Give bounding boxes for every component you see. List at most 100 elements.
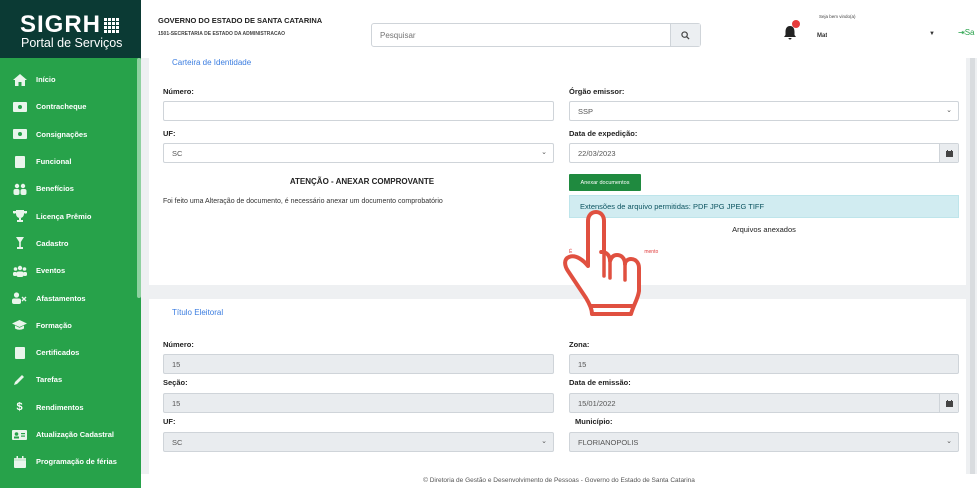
- sidebar-item-cadastro[interactable]: Cadastro: [0, 230, 141, 257]
- sidebar-item-label: Rendimentos: [36, 402, 84, 412]
- chevron-down-icon: ⌄: [946, 107, 952, 114]
- allowed-extensions-alert: Extensões de arquivo permitidas: PDF JPG…: [569, 195, 959, 218]
- calendar-button[interactable]: [939, 394, 958, 412]
- search-icon: [681, 30, 690, 40]
- rg-numero-field[interactable]: [163, 101, 554, 121]
- sidebar-item-rendimentos[interactable]: $ Rendimentos: [0, 394, 141, 421]
- sidebar-item-label: Início: [36, 75, 56, 85]
- users-icon: [12, 183, 27, 195]
- redacted-user-info: [827, 26, 934, 48]
- titulo-numero-label: Número:: [163, 340, 194, 349]
- orgao-emissor-select[interactable]: SSP ⌄: [569, 101, 959, 121]
- sidebar-item-label: Atualização Cadastral: [36, 430, 114, 439]
- main-content: Carteira de Identidade Número: Órgão emi…: [141, 58, 977, 474]
- logout-link[interactable]: ⇥Sa: [958, 28, 975, 37]
- municipio-label: Município:: [575, 417, 613, 426]
- uf-select[interactable]: SC ⌄: [163, 143, 554, 163]
- data-expedicao-label: Data de expedição:: [569, 129, 638, 138]
- warning-text: Foi feito uma Alteração de documento, é …: [163, 198, 443, 205]
- logo-grid-icon: [104, 17, 121, 33]
- uf-label: UF:: [163, 129, 176, 138]
- gov-subtitle: 1501-SECRETARIA DE ESTADO DA ADMINISTRAC…: [158, 31, 286, 37]
- sidebar-item-licenca-premio[interactable]: Licença Prêmio: [0, 202, 141, 229]
- secao-field[interactable]: 15: [163, 393, 554, 413]
- sidebar-item-label: Programação de férias: [36, 457, 117, 467]
- money-icon: [12, 101, 27, 113]
- data-emissao-field[interactable]: 15/01/2022: [569, 393, 959, 413]
- pencil-icon: [12, 374, 27, 386]
- notification-badge: [792, 20, 800, 28]
- titulo-uf-label: UF:: [163, 417, 176, 426]
- sidebar-item-label: Tarefas: [36, 375, 63, 385]
- sidebar-item-label: Benefícios: [36, 184, 74, 194]
- titulo-eleitoral-title: Título Eleitoral: [172, 308, 224, 317]
- logout-label: Sa: [964, 28, 975, 37]
- greeting-text: Seja bem vindo(a): [819, 14, 856, 19]
- graduation-cap-icon: [12, 319, 27, 331]
- zona-field[interactable]: 15: [569, 354, 959, 374]
- warning-title: ATENÇÃO - ANEXAR COMPROVANTE: [289, 177, 435, 186]
- brand[interactable]: SIGRH Portal de Serviços: [0, 0, 141, 58]
- chevron-down-icon: ⌄: [541, 149, 547, 156]
- municipio-select[interactable]: FLORIANOPOLIS ⌄: [569, 432, 959, 452]
- document-icon: [12, 346, 27, 359]
- cocktail-icon: [12, 237, 27, 250]
- warning-note: Émento: [569, 249, 659, 255]
- logo: SIGRH: [20, 13, 121, 37]
- sidebar-item-label: Afastamentos: [36, 293, 86, 303]
- sidebar-item-label: Contracheque: [36, 102, 87, 112]
- sidebar-item-label: Licença Prêmio: [36, 211, 92, 221]
- chevron-down-icon: ⌄: [946, 438, 952, 445]
- attached-files-title: Arquivos anexados: [732, 225, 796, 234]
- search-input[interactable]: [372, 24, 670, 46]
- brand-subtitle: Portal de Serviços: [21, 36, 123, 50]
- identidade-title: Carteira de Identidade: [172, 58, 252, 67]
- document-icon: [12, 155, 27, 168]
- trophy-icon: [12, 210, 27, 223]
- sidebar-item-contracheque[interactable]: Contracheque: [0, 93, 141, 120]
- sidebar-item-formacao[interactable]: Formação: [0, 312, 141, 339]
- user-times-icon: [12, 292, 27, 305]
- user-menu[interactable]: Seja bem vindo(a) Matrícula:: [817, 14, 856, 39]
- footer: © Diretoria de Gestão e Desenvolvimento …: [141, 474, 977, 488]
- home-icon: [12, 73, 27, 86]
- sign-out-icon: ⇥: [958, 28, 965, 37]
- sidebar-nav: Início Contracheque Consignações Funcion…: [0, 66, 141, 475]
- caret-down-icon[interactable]: ▼: [929, 31, 935, 37]
- zona-label: Zona:: [569, 340, 590, 349]
- sidebar-item-label: Certificados: [36, 348, 80, 358]
- data-expedicao-field[interactable]: 22/03/2023: [569, 143, 959, 163]
- gov-title: GOVERNO DO ESTADO DE SANTA CATARINA: [158, 16, 323, 25]
- sidebar-item-beneficios[interactable]: Benefícios: [0, 175, 141, 202]
- orgao-emissor-label: Órgão emissor:: [569, 87, 625, 96]
- sidebar-item-funcional[interactable]: Funcional: [0, 148, 141, 175]
- sidebar-item-label: Formação: [36, 320, 72, 330]
- sidebar-item-tarefas[interactable]: Tarefas: [0, 366, 141, 393]
- sidebar-item-certificados[interactable]: Certificados: [0, 339, 141, 366]
- search-box: [371, 23, 701, 47]
- sidebar-item-label: Eventos: [36, 266, 66, 276]
- top-header: GOVERNO DO ESTADO DE SANTA CATARINA 1501…: [141, 0, 977, 58]
- sidebar-item-eventos[interactable]: Eventos: [0, 257, 141, 284]
- calendar-icon: [945, 399, 953, 407]
- sidebar-item-consignacoes[interactable]: Consignações: [0, 121, 141, 148]
- sidebar-item-programacao-ferias[interactable]: Programação de férias: [0, 448, 141, 475]
- id-card-icon: [12, 429, 27, 441]
- numero-label: Número:: [163, 87, 194, 96]
- identidade-card: Carteira de Identidade Número: Órgão emi…: [149, 58, 966, 285]
- sidebar-item-atualizacao-cadastral[interactable]: Atualização Cadastral: [0, 421, 141, 448]
- attach-documents-button[interactable]: Anexar documentos: [569, 174, 641, 191]
- content-scrollbar[interactable]: [970, 58, 975, 474]
- sidebar-item-inicio[interactable]: Início: [0, 66, 141, 93]
- sidebar-item-label: Cadastro: [36, 238, 69, 248]
- titulo-uf-select[interactable]: SC ⌄: [163, 432, 554, 452]
- titulo-numero-field[interactable]: 15: [163, 354, 554, 374]
- users-icon: [12, 265, 27, 277]
- sidebar-item-label: Consignações: [36, 129, 88, 139]
- search-button[interactable]: [670, 24, 700, 46]
- dollar-icon: $: [16, 401, 23, 414]
- sidebar-item-afastamentos[interactable]: Afastamentos: [0, 284, 141, 311]
- sidebar: SIGRH Portal de Serviços Início Contrach…: [0, 0, 141, 488]
- calendar-button[interactable]: [939, 144, 958, 162]
- secao-label: Seção:: [163, 378, 188, 387]
